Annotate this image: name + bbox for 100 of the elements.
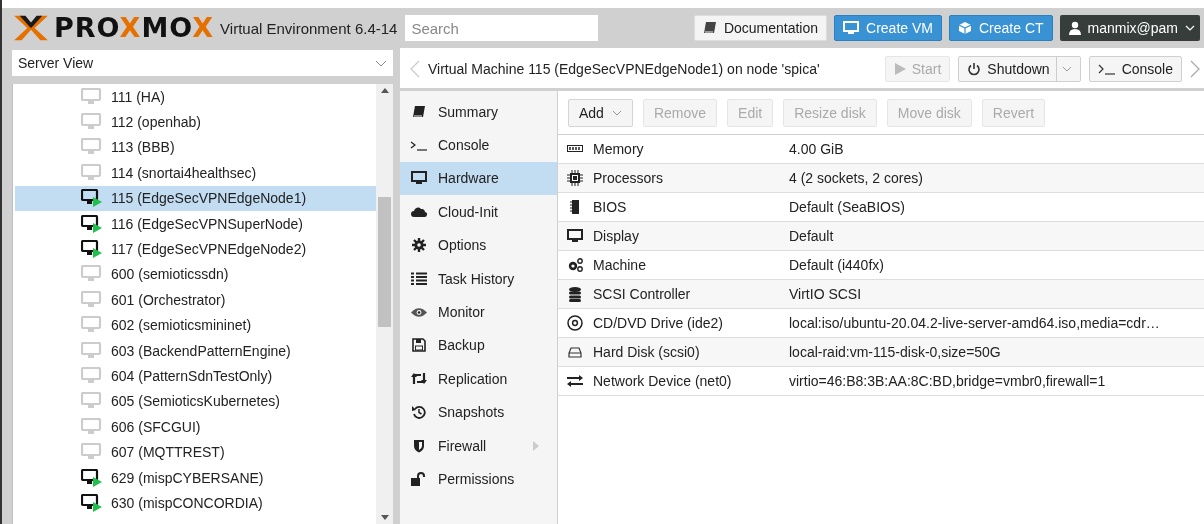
hardware-name: Display <box>592 228 640 244</box>
nav-item[interactable]: Options <box>400 228 557 262</box>
stopped-vm-icon <box>81 341 103 360</box>
hardware-name: Machine <box>592 257 647 273</box>
monitor-icon <box>411 171 427 186</box>
caret-icon <box>1061 66 1072 72</box>
tree-item[interactable]: 114 (snortai4healthsec) <box>15 160 376 186</box>
hardware-name: Memory <box>592 141 645 157</box>
toolbar-button[interactable]: Add <box>568 98 633 127</box>
stopped-vm-icon <box>81 392 103 411</box>
hardware-value: local-raid:vm-115-disk-0,size=50G <box>789 344 1001 360</box>
retweet-arrows-icon <box>411 372 427 386</box>
running-vm-icon <box>81 240 103 259</box>
tree-item[interactable]: 115 (EdgeSecVPNEdgeNode1) <box>15 185 376 211</box>
logo-x-icon <box>12 14 50 42</box>
console-button[interactable]: Console <box>1088 56 1182 82</box>
hardware-name: BIOS <box>592 199 628 215</box>
nav-item[interactable]: Cloud-Init <box>400 195 557 229</box>
nav-item[interactable]: Backup <box>400 328 557 363</box>
hardware-row[interactable]: Hard Disk (scsi0) local-raid:vm-115-disk-0,size=50G <box>558 338 1204 367</box>
product-version: Virtual Environment 6.4-14 <box>220 19 398 37</box>
nav-item[interactable]: Firewall <box>400 428 557 463</box>
tree-item[interactable]: 606 (SFCGUI) <box>15 414 376 440</box>
tree-item[interactable]: 605 (SemioticsKubernetes) <box>15 388 376 415</box>
scroll-up-icon <box>380 88 389 93</box>
chevron-left-icon[interactable] <box>410 60 420 78</box>
tree-item[interactable]: 630 (mispCONCORDIA) <box>15 490 376 516</box>
running-vm-icon <box>81 189 103 208</box>
running-vm-icon <box>81 493 103 512</box>
stopped-vm-icon <box>81 443 103 462</box>
tree-item[interactable]: 629 (mispCYBERSANE) <box>15 464 376 491</box>
hardware-value: Default <box>789 228 834 244</box>
running-vm-icon <box>81 468 103 487</box>
tree-item[interactable]: 600 (semioticssdn) <box>15 261 376 288</box>
tree-item[interactable]: 111 (HA) <box>15 84 376 110</box>
nav-item[interactable]: Summary <box>400 95 557 129</box>
tree-item[interactable]: 602 (semioticsmininet) <box>15 312 376 338</box>
cloud-icon <box>411 205 427 218</box>
vm-title: Virtual Machine 115 (EdgeSecVPNEdgeNode1) on node 'spica' <box>428 61 820 77</box>
tree-item[interactable]: 607 (MQTTREST) <box>15 439 376 465</box>
monitor-icon <box>567 229 583 243</box>
hard-drive-icon <box>568 346 582 358</box>
hardware-name: Network Device (net0) <box>592 373 733 389</box>
memory-icon <box>567 145 583 153</box>
hardware-row[interactable]: Network Device (net0) virtio=46:B8:3B:AA:8C:BD,bridge=vmbr0,firewall=1 <box>558 367 1204 396</box>
stopped-vm-icon <box>81 163 103 182</box>
stopped-vm-icon <box>81 290 103 309</box>
hardware-value: virtio=46:B8:3B:AA:8C:BD,bridge=vmbr0,firewall=1 <box>789 373 1106 389</box>
exchange-arrows-icon <box>567 375 583 387</box>
tree-item[interactable]: 603 (BackendPatternEngine) <box>15 337 376 364</box>
stopped-vm-icon <box>81 417 103 436</box>
nav-item[interactable]: Monitor <box>400 295 557 329</box>
stopped-vm-icon <box>81 265 103 284</box>
chip-icon <box>570 200 580 214</box>
scroll-down-icon <box>380 515 389 520</box>
hardware-name: Hard Disk (scsi0) <box>592 344 701 360</box>
disc-icon <box>567 315 583 331</box>
power-icon <box>967 62 982 76</box>
hardware-value: Default (i440fx) <box>789 257 884 273</box>
tree-item[interactable]: 113 (BBB) <box>15 134 376 161</box>
tree-item[interactable]: 601 (Orchestrator) <box>15 287 376 313</box>
user-menu-button[interactable]: manmix@pam <box>1059 15 1200 41</box>
hardware-row[interactable]: Display Default <box>558 222 1204 251</box>
terminal-icon <box>1097 63 1116 75</box>
logo-wordmark: PROXMOX <box>54 14 215 42</box>
documentation-button[interactable]: Documentation <box>693 15 828 41</box>
nav-item[interactable]: Permissions <box>400 462 557 496</box>
list-icon <box>411 272 427 286</box>
running-vm-icon <box>81 214 103 233</box>
chevron-right-icon[interactable] <box>1190 60 1200 78</box>
cube-icon <box>957 21 972 35</box>
user-icon <box>1068 21 1081 35</box>
nav-item[interactable]: Replication <box>400 362 557 396</box>
tree-item[interactable]: 604 (PatternSdnTestOnly) <box>15 363 376 389</box>
shield-icon <box>413 438 425 453</box>
scroll-thumb[interactable] <box>378 197 391 327</box>
search-field[interactable]: Search <box>405 15 599 41</box>
hardware-row[interactable]: SCSI Controller VirtIO SCSI <box>558 280 1204 309</box>
nav-item[interactable]: Hardware <box>400 161 557 196</box>
shutdown-button[interactable]: Shutdown <box>958 56 1081 82</box>
hardware-row[interactable]: Processors 4 (2 sockets, 2 cores) <box>558 164 1204 193</box>
gear-icon <box>412 238 426 253</box>
hardware-name: SCSI Controller <box>592 286 692 302</box>
hardware-value: local:iso/ubuntu-20.04.2-live-server-amd64.iso,media=cdr… <box>789 315 1160 331</box>
history-icon <box>412 405 426 420</box>
play-icon <box>893 63 906 75</box>
chip-icon <box>567 170 583 186</box>
hardware-value: 4 (2 sockets, 2 cores) <box>789 170 923 186</box>
nav-item[interactable]: Task History <box>400 261 557 296</box>
scrollbar[interactable] <box>376 84 393 524</box>
terminal-icon <box>410 139 428 152</box>
view-selector[interactable]: Server View <box>12 50 393 76</box>
book-icon <box>702 21 717 35</box>
stopped-vm-icon <box>81 138 103 157</box>
tree-item[interactable]: 112 (openhab) <box>15 109 376 135</box>
hardware-name: CD/DVD Drive (ide2) <box>592 315 724 331</box>
nav-item[interactable]: Console <box>400 128 557 162</box>
nav-item[interactable]: Snapshots <box>400 395 557 429</box>
tree-item[interactable]: 116 (EdgeSecVPNSuperNode) <box>15 210 376 237</box>
tree-item[interactable]: 117 (EdgeSecVPNEdgeNode2) <box>15 236 376 262</box>
